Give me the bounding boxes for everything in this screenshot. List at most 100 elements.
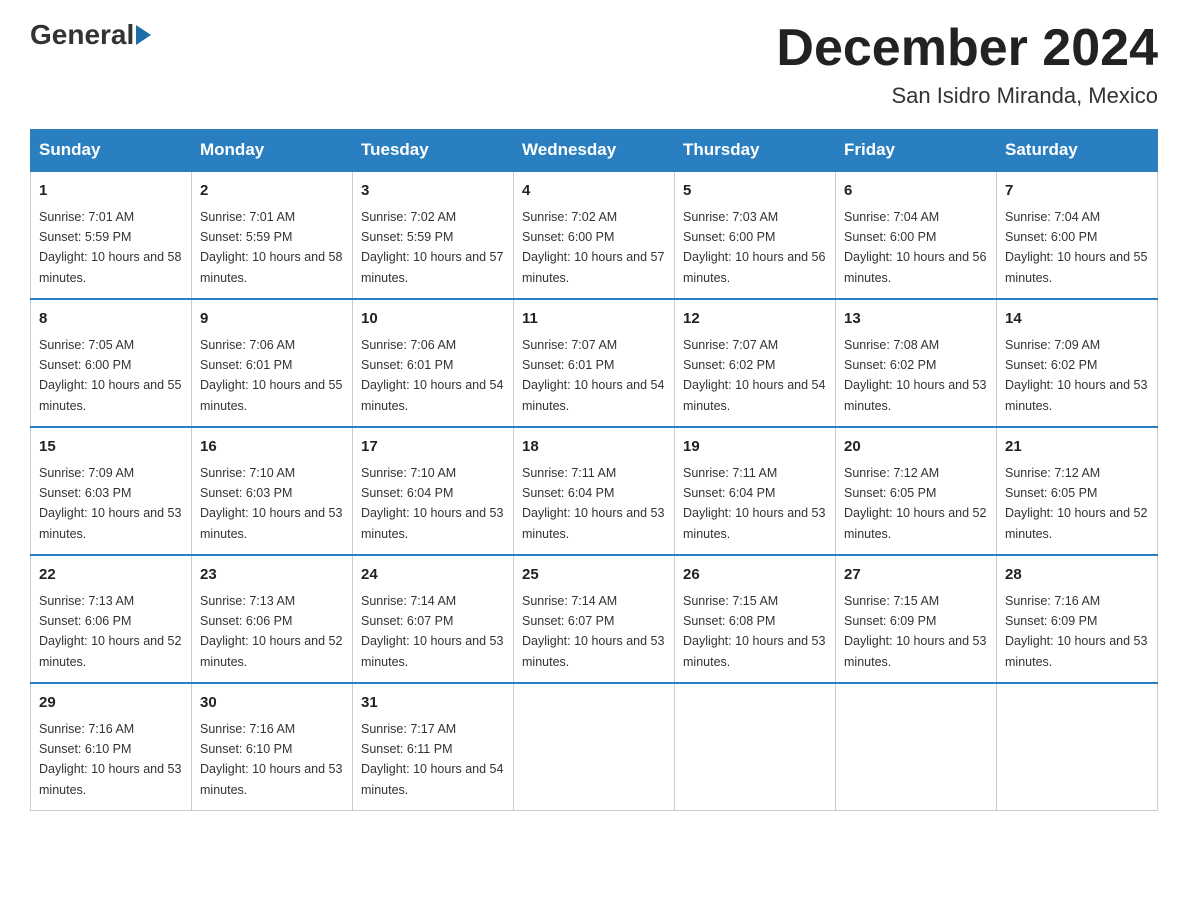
day-number: 13 bbox=[844, 308, 988, 331]
day-number: 10 bbox=[361, 308, 505, 331]
calendar-cell: 21 Sunrise: 7:12 AMSunset: 6:05 PMDaylig… bbox=[997, 427, 1158, 555]
day-number: 20 bbox=[844, 436, 988, 459]
day-number: 3 bbox=[361, 180, 505, 203]
day-info: Sunrise: 7:02 AMSunset: 5:59 PMDaylight:… bbox=[361, 210, 503, 285]
day-number: 12 bbox=[683, 308, 827, 331]
day-number: 15 bbox=[39, 436, 183, 459]
calendar-header: Sunday Monday Tuesday Wednesday Thursday… bbox=[31, 130, 1158, 172]
calendar-cell bbox=[675, 683, 836, 811]
page-header: General Blue December 2024 San Isidro Mi… bbox=[30, 20, 1158, 109]
title-block: December 2024 San Isidro Miranda, Mexico bbox=[776, 20, 1158, 109]
day-info: Sunrise: 7:15 AMSunset: 6:08 PMDaylight:… bbox=[683, 594, 825, 669]
calendar-table: Sunday Monday Tuesday Wednesday Thursday… bbox=[30, 129, 1158, 811]
col-saturday: Saturday bbox=[997, 130, 1158, 172]
calendar-cell: 1 Sunrise: 7:01 AMSunset: 5:59 PMDayligh… bbox=[31, 171, 192, 299]
day-info: Sunrise: 7:06 AMSunset: 6:01 PMDaylight:… bbox=[361, 338, 503, 413]
day-info: Sunrise: 7:10 AMSunset: 6:03 PMDaylight:… bbox=[200, 466, 342, 541]
day-number: 25 bbox=[522, 564, 666, 587]
calendar-cell: 27 Sunrise: 7:15 AMSunset: 6:09 PMDaylig… bbox=[836, 555, 997, 683]
calendar-cell: 22 Sunrise: 7:13 AMSunset: 6:06 PMDaylig… bbox=[31, 555, 192, 683]
calendar-cell: 31 Sunrise: 7:17 AMSunset: 6:11 PMDaylig… bbox=[353, 683, 514, 811]
day-number: 2 bbox=[200, 180, 344, 203]
day-number: 31 bbox=[361, 692, 505, 715]
calendar-cell: 28 Sunrise: 7:16 AMSunset: 6:09 PMDaylig… bbox=[997, 555, 1158, 683]
calendar-cell: 24 Sunrise: 7:14 AMSunset: 6:07 PMDaylig… bbox=[353, 555, 514, 683]
calendar-cell: 5 Sunrise: 7:03 AMSunset: 6:00 PMDayligh… bbox=[675, 171, 836, 299]
day-info: Sunrise: 7:14 AMSunset: 6:07 PMDaylight:… bbox=[522, 594, 664, 669]
calendar-cell: 2 Sunrise: 7:01 AMSunset: 5:59 PMDayligh… bbox=[192, 171, 353, 299]
day-number: 7 bbox=[1005, 180, 1149, 203]
col-thursday: Thursday bbox=[675, 130, 836, 172]
calendar-cell: 23 Sunrise: 7:13 AMSunset: 6:06 PMDaylig… bbox=[192, 555, 353, 683]
calendar-cell: 9 Sunrise: 7:06 AMSunset: 6:01 PMDayligh… bbox=[192, 299, 353, 427]
calendar-cell: 25 Sunrise: 7:14 AMSunset: 6:07 PMDaylig… bbox=[514, 555, 675, 683]
calendar-week-5: 29 Sunrise: 7:16 AMSunset: 6:10 PMDaylig… bbox=[31, 683, 1158, 811]
day-number: 23 bbox=[200, 564, 344, 587]
day-info: Sunrise: 7:07 AMSunset: 6:01 PMDaylight:… bbox=[522, 338, 664, 413]
day-info: Sunrise: 7:15 AMSunset: 6:09 PMDaylight:… bbox=[844, 594, 986, 669]
day-info: Sunrise: 7:10 AMSunset: 6:04 PMDaylight:… bbox=[361, 466, 503, 541]
day-number: 18 bbox=[522, 436, 666, 459]
day-info: Sunrise: 7:09 AMSunset: 6:03 PMDaylight:… bbox=[39, 466, 181, 541]
day-info: Sunrise: 7:09 AMSunset: 6:02 PMDaylight:… bbox=[1005, 338, 1147, 413]
day-number: 9 bbox=[200, 308, 344, 331]
logo-chevron-icon bbox=[136, 25, 151, 45]
day-number: 5 bbox=[683, 180, 827, 203]
day-info: Sunrise: 7:17 AMSunset: 6:11 PMDaylight:… bbox=[361, 722, 503, 797]
calendar-cell: 3 Sunrise: 7:02 AMSunset: 5:59 PMDayligh… bbox=[353, 171, 514, 299]
calendar-cell: 16 Sunrise: 7:10 AMSunset: 6:03 PMDaylig… bbox=[192, 427, 353, 555]
day-info: Sunrise: 7:04 AMSunset: 6:00 PMDaylight:… bbox=[844, 210, 986, 285]
day-number: 14 bbox=[1005, 308, 1149, 331]
day-number: 27 bbox=[844, 564, 988, 587]
calendar-cell: 30 Sunrise: 7:16 AMSunset: 6:10 PMDaylig… bbox=[192, 683, 353, 811]
calendar-week-3: 15 Sunrise: 7:09 AMSunset: 6:03 PMDaylig… bbox=[31, 427, 1158, 555]
col-tuesday: Tuesday bbox=[353, 130, 514, 172]
calendar-cell: 12 Sunrise: 7:07 AMSunset: 6:02 PMDaylig… bbox=[675, 299, 836, 427]
day-number: 11 bbox=[522, 308, 666, 331]
calendar-cell: 10 Sunrise: 7:06 AMSunset: 6:01 PMDaylig… bbox=[353, 299, 514, 427]
calendar-week-4: 22 Sunrise: 7:13 AMSunset: 6:06 PMDaylig… bbox=[31, 555, 1158, 683]
calendar-week-2: 8 Sunrise: 7:05 AMSunset: 6:00 PMDayligh… bbox=[31, 299, 1158, 427]
day-info: Sunrise: 7:13 AMSunset: 6:06 PMDaylight:… bbox=[39, 594, 181, 669]
logo-general: General bbox=[30, 20, 134, 51]
day-number: 4 bbox=[522, 180, 666, 203]
day-info: Sunrise: 7:11 AMSunset: 6:04 PMDaylight:… bbox=[522, 466, 664, 541]
calendar-cell: 4 Sunrise: 7:02 AMSunset: 6:00 PMDayligh… bbox=[514, 171, 675, 299]
day-number: 19 bbox=[683, 436, 827, 459]
calendar-cell: 26 Sunrise: 7:15 AMSunset: 6:08 PMDaylig… bbox=[675, 555, 836, 683]
calendar-cell: 18 Sunrise: 7:11 AMSunset: 6:04 PMDaylig… bbox=[514, 427, 675, 555]
day-number: 1 bbox=[39, 180, 183, 203]
day-number: 22 bbox=[39, 564, 183, 587]
calendar-cell: 20 Sunrise: 7:12 AMSunset: 6:05 PMDaylig… bbox=[836, 427, 997, 555]
month-title: December 2024 bbox=[776, 20, 1158, 77]
day-number: 6 bbox=[844, 180, 988, 203]
calendar-cell: 17 Sunrise: 7:10 AMSunset: 6:04 PMDaylig… bbox=[353, 427, 514, 555]
day-info: Sunrise: 7:05 AMSunset: 6:00 PMDaylight:… bbox=[39, 338, 181, 413]
day-info: Sunrise: 7:14 AMSunset: 6:07 PMDaylight:… bbox=[361, 594, 503, 669]
day-info: Sunrise: 7:12 AMSunset: 6:05 PMDaylight:… bbox=[844, 466, 986, 541]
day-info: Sunrise: 7:01 AMSunset: 5:59 PMDaylight:… bbox=[200, 210, 342, 285]
calendar-cell: 15 Sunrise: 7:09 AMSunset: 6:03 PMDaylig… bbox=[31, 427, 192, 555]
day-number: 8 bbox=[39, 308, 183, 331]
calendar-cell: 13 Sunrise: 7:08 AMSunset: 6:02 PMDaylig… bbox=[836, 299, 997, 427]
day-info: Sunrise: 7:06 AMSunset: 6:01 PMDaylight:… bbox=[200, 338, 342, 413]
calendar-cell: 14 Sunrise: 7:09 AMSunset: 6:02 PMDaylig… bbox=[997, 299, 1158, 427]
day-info: Sunrise: 7:16 AMSunset: 6:10 PMDaylight:… bbox=[200, 722, 342, 797]
day-info: Sunrise: 7:08 AMSunset: 6:02 PMDaylight:… bbox=[844, 338, 986, 413]
calendar-cell bbox=[514, 683, 675, 811]
calendar-cell: 7 Sunrise: 7:04 AMSunset: 6:00 PMDayligh… bbox=[997, 171, 1158, 299]
day-info: Sunrise: 7:12 AMSunset: 6:05 PMDaylight:… bbox=[1005, 466, 1147, 541]
day-number: 21 bbox=[1005, 436, 1149, 459]
header-row: Sunday Monday Tuesday Wednesday Thursday… bbox=[31, 130, 1158, 172]
calendar-cell: 6 Sunrise: 7:04 AMSunset: 6:00 PMDayligh… bbox=[836, 171, 997, 299]
calendar-week-1: 1 Sunrise: 7:01 AMSunset: 5:59 PMDayligh… bbox=[31, 171, 1158, 299]
day-number: 29 bbox=[39, 692, 183, 715]
calendar-cell bbox=[836, 683, 997, 811]
day-info: Sunrise: 7:16 AMSunset: 6:09 PMDaylight:… bbox=[1005, 594, 1147, 669]
day-number: 30 bbox=[200, 692, 344, 715]
day-number: 24 bbox=[361, 564, 505, 587]
logo: General Blue bbox=[30, 20, 153, 51]
day-info: Sunrise: 7:02 AMSunset: 6:00 PMDaylight:… bbox=[522, 210, 664, 285]
calendar-cell: 19 Sunrise: 7:11 AMSunset: 6:04 PMDaylig… bbox=[675, 427, 836, 555]
col-friday: Friday bbox=[836, 130, 997, 172]
